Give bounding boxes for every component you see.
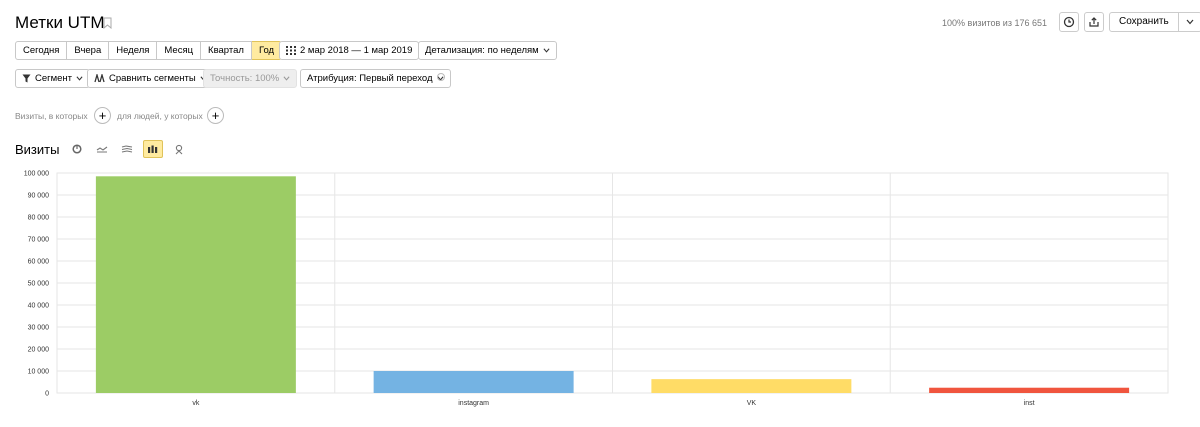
bar xyxy=(373,371,574,393)
period-year-button[interactable]: Год xyxy=(251,41,283,60)
chevron-down-icon xyxy=(76,76,83,81)
y-tick-label: 30 000 xyxy=(28,325,50,332)
y-tick-label: 70 000 xyxy=(28,237,50,244)
detail-label: Детализация: по неделям xyxy=(425,45,539,56)
y-tick-label: 80 000 xyxy=(28,215,50,222)
bookmark-icon[interactable] xyxy=(103,17,112,29)
y-tick-label: 20 000 xyxy=(28,347,50,354)
compare-icon xyxy=(94,74,105,83)
pie-chart-icon xyxy=(72,144,82,154)
map-icon xyxy=(175,144,183,154)
calendar-icon xyxy=(286,46,296,55)
period-quarter-button[interactable]: Квартал xyxy=(201,41,252,60)
save-group: Сохранить xyxy=(1109,12,1200,32)
period-yesterday-button[interactable]: Вчера xyxy=(67,41,110,60)
area-chart-button[interactable] xyxy=(117,140,137,158)
visits-filter-label: Визиты, в которых xyxy=(15,111,88,121)
plus-icon: + xyxy=(211,108,220,123)
period-today-button[interactable]: Сегодня xyxy=(15,41,68,60)
bar-chart-button[interactable] xyxy=(143,140,163,158)
map-button[interactable] xyxy=(169,140,189,158)
save-options-button[interactable] xyxy=(1178,12,1200,32)
x-tick-label: instagram xyxy=(458,400,489,407)
y-tick-label: 100 000 xyxy=(24,171,49,178)
page-title: Метки UTM xyxy=(15,13,105,32)
chart-title: Визиты xyxy=(15,142,60,157)
y-tick-label: 10 000 xyxy=(28,369,50,376)
clock-icon xyxy=(1063,16,1075,28)
export-button[interactable] xyxy=(1084,12,1104,32)
compare-segments-label: Сравнить сегменты xyxy=(109,73,196,84)
visits-summary: 100% визитов из 176 651 xyxy=(942,18,1047,28)
plus-icon: + xyxy=(98,108,107,123)
chevron-down-icon xyxy=(1186,19,1194,25)
period-selector: Сегодня Вчера Неделя Месяц Квартал Год xyxy=(15,41,283,60)
bar xyxy=(929,387,1130,393)
bar xyxy=(651,379,852,393)
chevron-down-icon xyxy=(283,76,290,81)
export-icon xyxy=(1089,17,1099,27)
y-tick-label: 90 000 xyxy=(28,193,50,200)
x-tick-label: vk xyxy=(192,400,200,407)
attribution-dropdown[interactable]: Атрибуция: Первый переход xyxy=(300,69,451,88)
y-tick-label: 60 000 xyxy=(28,259,50,266)
line-chart-icon xyxy=(96,146,108,153)
add-people-filter-button[interactable]: + xyxy=(207,107,224,124)
segment-dropdown[interactable]: Сегмент xyxy=(15,69,91,88)
accuracy-dropdown[interactable]: Точность: 100% xyxy=(203,69,298,88)
people-filter-label: для людей, у которых xyxy=(117,111,203,121)
date-range-button[interactable]: 2 мар 2018 — 1 мар 2019 xyxy=(279,41,420,60)
filter-icon xyxy=(22,74,31,83)
detail-dropdown[interactable]: Детализация: по неделям xyxy=(418,41,557,60)
line-chart-button[interactable] xyxy=(92,140,112,158)
y-tick-label: 40 000 xyxy=(28,303,50,310)
bar-chart: 0 10 000 20 000 30 000 40 000 50 000 60 000 70 … xyxy=(24,171,1169,407)
accuracy-label: Точность: 100% xyxy=(210,73,280,84)
bar xyxy=(95,176,296,393)
y-tick-label: 0 xyxy=(45,391,49,398)
area-chart-icon xyxy=(121,144,133,153)
history-button[interactable] xyxy=(1059,12,1079,32)
x-tick-label: VK xyxy=(747,400,757,407)
period-month-button[interactable]: Месяц xyxy=(157,41,202,60)
add-visits-filter-button[interactable]: + xyxy=(94,107,111,124)
info-icon[interactable] xyxy=(437,73,445,81)
x-tick-label: inst xyxy=(1024,400,1035,407)
save-button[interactable]: Сохранить xyxy=(1109,12,1179,32)
chevron-down-icon xyxy=(543,48,550,53)
period-week-button[interactable]: Неделя xyxy=(109,41,158,60)
bar-chart-icon xyxy=(148,145,158,153)
segment-label: Сегмент xyxy=(35,73,73,84)
compare-segments-dropdown[interactable]: Сравнить сегменты xyxy=(87,69,214,88)
pie-chart-button[interactable] xyxy=(67,140,87,158)
y-tick-label: 50 000 xyxy=(28,281,50,288)
attribution-label: Атрибуция: Первый переход xyxy=(307,73,433,84)
date-range-label: 2 мар 2018 — 1 мар 2019 xyxy=(300,45,413,56)
